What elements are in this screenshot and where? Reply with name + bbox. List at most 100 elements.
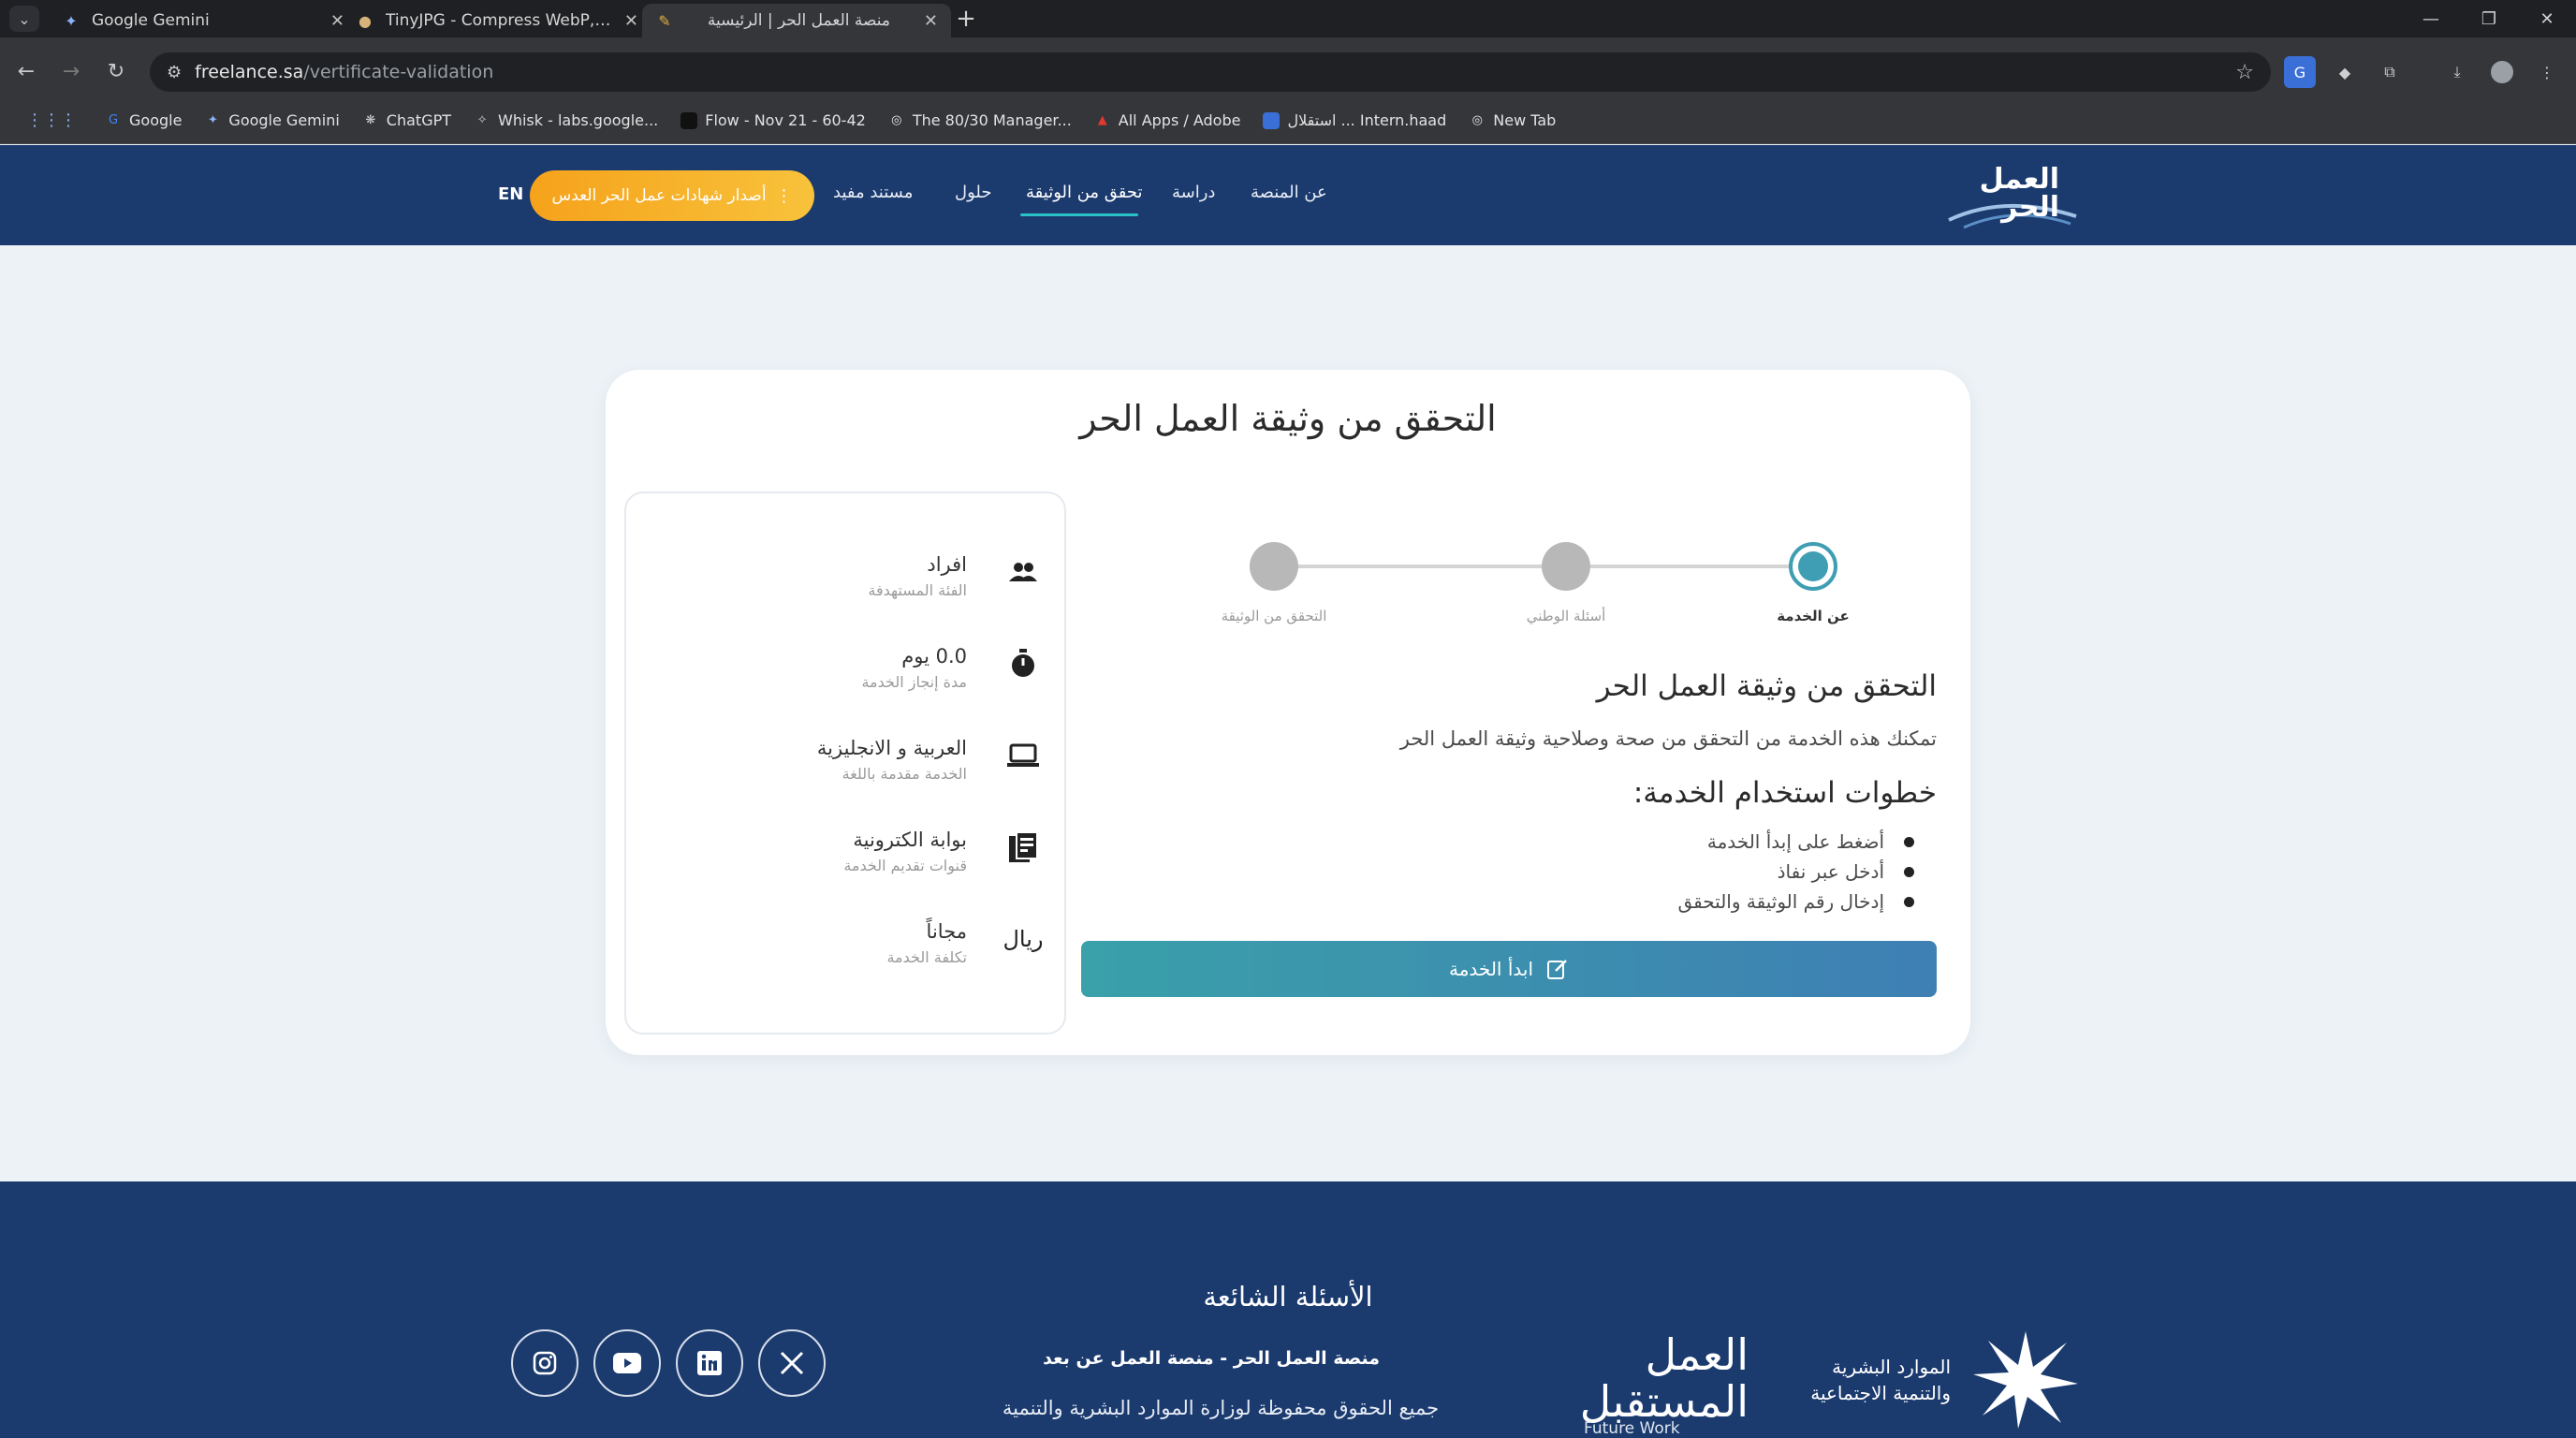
portal-icon [1004, 829, 1042, 866]
x-icon[interactable] [758, 1329, 826, 1397]
freelance-icon: ✎ [658, 11, 671, 30]
start-service-button[interactable]: ابدأ الخدمة [1081, 941, 1937, 997]
service-title: التحقق من وثيقة العمل الحر [1596, 669, 1937, 703]
info-value: افراد [927, 553, 967, 576]
browser-tab-gemini[interactable]: ✦ Google Gemini ✕ [49, 4, 358, 37]
info-row-audience: افراد الفئة المستهدفة [649, 550, 1042, 615]
reload-button[interactable]: ↻ [99, 54, 133, 88]
nav-verify-document[interactable]: تحقق من الوثيقة [1026, 183, 1143, 202]
stopwatch-icon [1004, 645, 1042, 682]
info-value: 0.0 يوم [901, 645, 967, 668]
riyal-icon: ريال [1003, 926, 1044, 952]
info-label: قنوات تقديم الخدمة [843, 857, 967, 874]
list-item: أدخل عبر نفاذ [1450, 860, 1937, 890]
step-dot-verify [1250, 542, 1298, 591]
info-label: الفئة المستهدفة [868, 581, 967, 599]
future-work-english: Future Work [1584, 1419, 1680, 1438]
progress-stepper: التحقق من الوثيقة أسئلة الوطني عن الخدمة [1205, 536, 1897, 649]
bookmark-item[interactable]: ◎ New Tab [1457, 111, 1567, 129]
future-work-logo: العمل المستقبل Future Work [1579, 1329, 1749, 1438]
browser-tab-tinyjpg[interactable]: ● TinyJPG - Compress WebP, PNG and JPEG … [343, 4, 651, 37]
nav-active-indicator [1020, 213, 1138, 216]
nav-study[interactable]: دراسة [1172, 183, 1215, 202]
flow-icon [681, 111, 698, 129]
linkedin-icon[interactable] [676, 1329, 743, 1397]
site-logo[interactable]: العمل الحر [1939, 158, 2080, 233]
step-dot-national-questions [1542, 542, 1590, 591]
nav-about[interactable]: عن المنصة [1251, 183, 1327, 202]
faq-link[interactable]: الأسئلة الشائعة [0, 1281, 2576, 1313]
info-label: تكلفة الخدمة [886, 948, 967, 966]
instagram-icon[interactable] [511, 1329, 578, 1397]
site-header: العمل الحر عن المنصة دراسة تحقق من الوثي… [0, 145, 2576, 245]
extension-icon[interactable]: ◆ [2329, 56, 2361, 88]
back-button[interactable]: ← [9, 54, 43, 88]
service-description: تمكنك هذه الخدمة من التحقق من صحة وصلاحي… [1399, 727, 1937, 750]
browser-tab-freelance[interactable]: ✎ منصة العمل الحر | الرئيسية ✕ [642, 4, 951, 37]
info-row-cost: ريال مجاناً تكلفة الخدمة [649, 917, 1043, 982]
extensions-puzzle-icon[interactable]: ⧉ [2374, 56, 2406, 88]
browser-tab-bar: ⌄ ✦ Google Gemini ✕ ● TinyJPG - Compress… [0, 0, 2576, 37]
minimize-button[interactable]: — [2402, 0, 2460, 37]
bookmark-item[interactable]: ✧ Whisk - labs.google... [462, 111, 669, 129]
hr-ministry-text: الموارد البشرية والتنمية الاجتماعية [1810, 1354, 1951, 1406]
tab-title: Google Gemini [92, 11, 210, 30]
profile-avatar[interactable] [2486, 56, 2518, 88]
step-label-national-questions: أسئلة الوطني [1526, 608, 1606, 624]
step-label-verify: التحقق من الوثيقة [1221, 608, 1327, 624]
google-icon: G [108, 113, 119, 127]
new-tab-button[interactable]: + [949, 4, 983, 34]
logo-text: العمل الحر [1979, 163, 2059, 224]
info-value: مجاناً [926, 920, 967, 943]
bookmark-item[interactable]: G Google [94, 111, 193, 129]
nav-useful-docs[interactable]: مستند مفيد [833, 183, 913, 202]
adobe-icon: ▲ [1097, 113, 1107, 127]
close-tab-icon[interactable]: ✕ [924, 11, 938, 31]
nav-solutions[interactable]: حلول [955, 183, 991, 202]
service-card: التحقق من وثيقة العمل الحر افراد الفئة ا… [606, 370, 1970, 1055]
app-icon [1263, 111, 1281, 129]
info-value: العربية و الانجليزية [816, 737, 967, 759]
issue-certificate-button[interactable]: ⋮ أصدار شهادات عمل الحر العدس [530, 170, 814, 221]
restore-button[interactable]: ❐ [2460, 0, 2518, 37]
bookmark-item[interactable]: ▲ All Apps / Adobe [1083, 111, 1252, 129]
steps-list: أضغط على إبدأ الخدمة أدخل عبر نفاذ إدخال… [1450, 830, 1937, 920]
bookmark-star-icon[interactable]: ☆ [2235, 61, 2254, 84]
close-tab-icon[interactable]: ✕ [624, 11, 638, 31]
bookmark-item[interactable]: ❋ ChatGPT [351, 111, 462, 129]
download-icon[interactable]: ⤓ [2441, 56, 2473, 88]
globe-icon: ◎ [891, 113, 902, 127]
bookmark-item[interactable]: ◎ The 80/30 Manager... [877, 111, 1083, 129]
hr-line-2: والتنمية الاجتماعية [1810, 1382, 1951, 1404]
bookmark-item[interactable]: استقلال ... Intern.haad [1251, 111, 1457, 129]
step-label-about: عن الخدمة [1777, 608, 1850, 624]
tab-search-button[interactable]: ⌄ [9, 6, 39, 32]
future-work-arabic: العمل المستقبل [1579, 1329, 1749, 1427]
steps-heading: خطوات استخدام الخدمة: [1632, 776, 1937, 810]
bookmark-item[interactable]: Flow - Nov 21 - 60-42 [669, 111, 877, 129]
info-row-language: العربية و الانجليزية الخدمة مقدمة باللغة [649, 733, 1042, 799]
address-bar[interactable]: ⚙ freelance.sa/vertificate-validation ☆ [150, 52, 2271, 92]
translate-extension-icon[interactable]: G [2284, 56, 2316, 88]
bookmark-item[interactable]: ✦ Google Gemini [193, 111, 350, 129]
youtube-icon[interactable] [593, 1329, 661, 1397]
globe-icon: ◎ [1471, 113, 1483, 127]
close-window-button[interactable]: ✕ [2518, 0, 2576, 37]
site-info-icon[interactable]: ⚙ [167, 63, 182, 82]
service-info-panel: افراد الفئة المستهدفة 0.0 يوم مدة إنجاز … [624, 492, 1066, 1034]
hr-ministry-logo: الموارد البشرية والتنمية الاجتماعية [1782, 1326, 2082, 1429]
ministry-emblem-icon [1973, 1331, 2078, 1429]
info-label: الخدمة مقدمة باللغة [842, 765, 967, 783]
tinyjpg-icon: ● [359, 11, 372, 30]
language-toggle[interactable]: EN [498, 184, 523, 204]
forward-button[interactable]: → [54, 54, 88, 88]
users-icon [1004, 553, 1042, 591]
apps-grid-icon[interactable]: ⋮⋮⋮ [15, 110, 94, 130]
info-row-duration: 0.0 يوم مدة إنجاز الخدمة [649, 641, 1042, 707]
chatgpt-icon: ❋ [365, 113, 376, 127]
gemini-icon: ✦ [65, 11, 78, 30]
whisk-icon: ✧ [476, 113, 488, 127]
site-footer: الأسئلة الشائعة منصة العمل الحر - منصة ا… [0, 1181, 2576, 1438]
footer-tagline: منصة العمل الحر - منصة العمل عن بعد [1043, 1348, 1380, 1369]
browser-menu-icon[interactable]: ⋮ [2531, 56, 2563, 88]
